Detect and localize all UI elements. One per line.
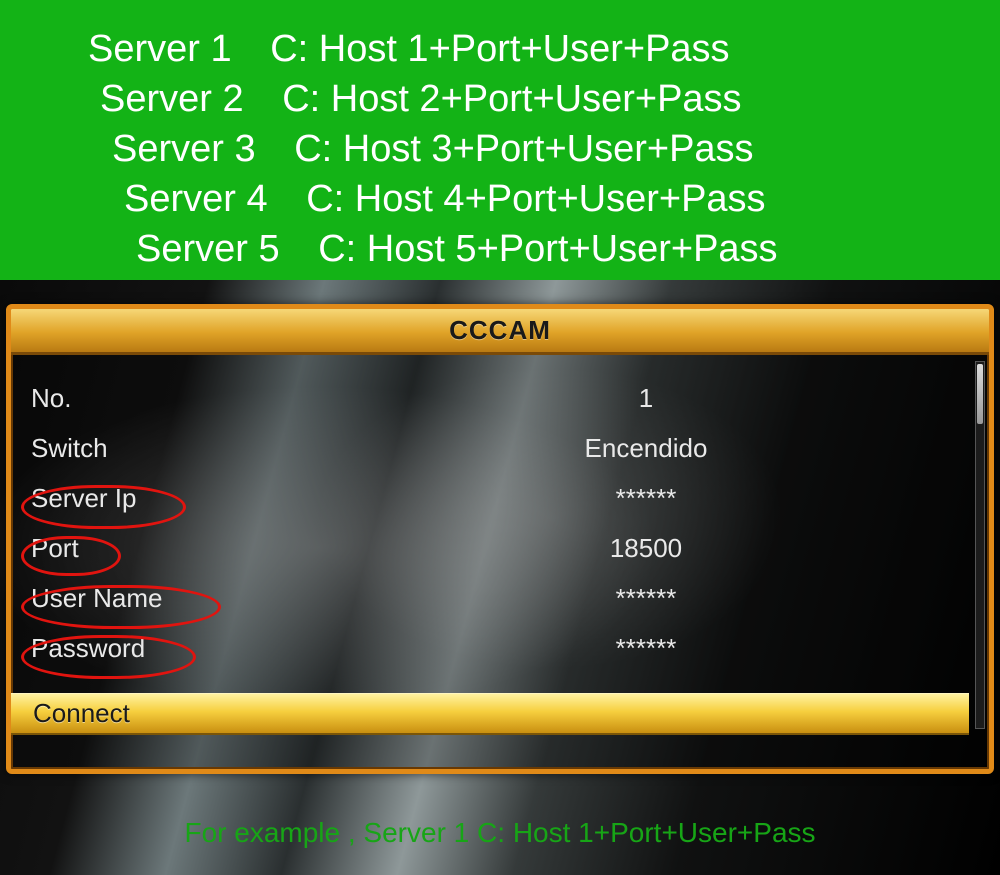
instruction-label: Server 4: [124, 174, 268, 224]
instruction-value: C: Host 5+Port+User+Pass: [318, 224, 777, 274]
instruction-row: Server 3 C: Host 3+Port+User+Pass: [0, 124, 1000, 174]
tv-photo: CCCAM No. 1 Switch Encendido Server Ip: [0, 280, 1000, 875]
instruction-value: C: Host 4+Port+User+Pass: [306, 174, 765, 224]
instruction-label: Server 3: [112, 124, 256, 174]
field-row-user-name[interactable]: User Name ******: [31, 573, 961, 623]
cccam-body: No. 1 Switch Encendido Server Ip ******: [11, 355, 989, 769]
field-list: No. 1 Switch Encendido Server Ip ******: [31, 373, 961, 673]
field-value: ******: [331, 633, 961, 664]
field-label-text: Port: [31, 533, 79, 563]
instruction-label: Server 1: [88, 24, 232, 74]
field-value: 1: [331, 383, 961, 414]
field-label: Switch: [31, 433, 331, 464]
field-value: ******: [331, 583, 961, 614]
field-label: Port: [31, 533, 331, 564]
example-caption: For example , Server 1 C: Host 1+Port+Us…: [0, 817, 1000, 849]
instruction-value: C: Host 2+Port+User+Pass: [282, 74, 741, 124]
field-label-text: Password: [31, 633, 145, 663]
field-label: Server Ip: [31, 483, 331, 514]
field-label: No.: [31, 383, 331, 414]
window-title: CCCAM: [449, 315, 551, 346]
field-value: ******: [331, 483, 961, 514]
field-label: User Name: [31, 583, 331, 614]
instruction-label: Server 5: [136, 224, 280, 274]
field-label-text: Server Ip: [31, 483, 137, 513]
field-label-text: User Name: [31, 583, 162, 613]
field-label: Password: [31, 633, 331, 664]
field-row-port[interactable]: Port 18500: [31, 523, 961, 573]
scrollbar[interactable]: [975, 361, 985, 729]
connect-button[interactable]: Connect: [11, 693, 969, 735]
instruction-row: Server 4 C: Host 4+Port+User+Pass: [0, 174, 1000, 224]
scrollbar-thumb[interactable]: [977, 364, 983, 424]
field-row-no[interactable]: No. 1: [31, 373, 961, 423]
field-value: 18500: [331, 533, 961, 564]
instruction-label: Server 2: [100, 74, 244, 124]
instruction-row: Server 2 C: Host 2+Port+User+Pass: [0, 74, 1000, 124]
instructions-panel: Server 1 C: Host 1+Port+User+Pass Server…: [0, 0, 1000, 280]
field-row-server-ip[interactable]: Server Ip ******: [31, 473, 961, 523]
instruction-row: Server 5 C: Host 5+Port+User+Pass: [0, 224, 1000, 274]
connect-label: Connect: [33, 698, 130, 729]
instruction-value: C: Host 3+Port+User+Pass: [294, 124, 753, 174]
field-row-password[interactable]: Password ******: [31, 623, 961, 673]
title-bar: CCCAM: [11, 309, 989, 355]
field-row-switch[interactable]: Switch Encendido: [31, 423, 961, 473]
cccam-window: CCCAM No. 1 Switch Encendido Server Ip: [6, 304, 994, 774]
instruction-row: Server 1 C: Host 1+Port+User+Pass: [0, 24, 1000, 74]
instruction-value: C: Host 1+Port+User+Pass: [270, 24, 729, 74]
field-value: Encendido: [331, 433, 961, 464]
